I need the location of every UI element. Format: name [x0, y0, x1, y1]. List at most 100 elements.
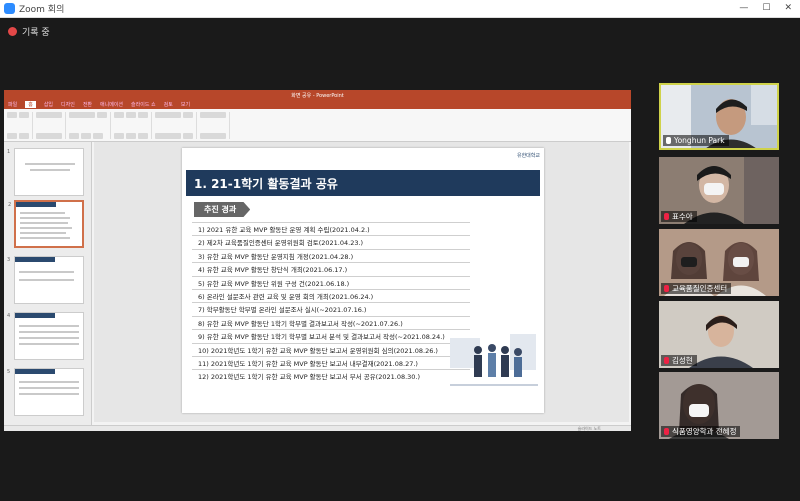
- list-item: 4) 유한 교육 MVP 활동단 창단식 개최(2021.06.17.): [192, 262, 470, 275]
- slide-thumbnail[interactable]: 1: [7, 148, 84, 196]
- maximize-icon[interactable]: ☐: [762, 3, 770, 13]
- list-item-text: 12) 2021학년도 1학기 유한 교육 MVP 활동단 보고서 부서 공유(…: [198, 373, 421, 382]
- arrange-icon[interactable]: [183, 112, 193, 118]
- participant-name-tag: 김성현: [661, 355, 697, 366]
- zoom-logo-icon: [4, 3, 15, 14]
- participant-video[interactable]: 표수아: [659, 157, 779, 224]
- ribbon-group-clipboard: [7, 112, 33, 139]
- notes-button[interactable]: 슬라이드 노트: [578, 426, 601, 431]
- participant-name-tag: Yonghun Park: [663, 135, 729, 146]
- ppt-tab[interactable]: 보기: [181, 101, 190, 108]
- ribbon-group-drawing: [155, 112, 197, 139]
- ppt-tab[interactable]: 애니메이션: [100, 101, 123, 108]
- ppt-tab[interactable]: 슬라이드 쇼: [131, 101, 156, 108]
- new-slide-button[interactable]: [36, 112, 62, 118]
- list-item-text: 5) 유한 교육 MVP 활동단 위원 구성 건(2021.06.18.): [198, 279, 350, 288]
- font-size-select[interactable]: [97, 112, 107, 118]
- list-item: 2) 제2차 교육품질인증센터 운영위원회 검토(2021.04.23.): [192, 235, 470, 248]
- ribbon-group-paragraph: [114, 112, 152, 139]
- list-item-text: 4) 유한 교육 MVP 활동단 창단식 개최(2021.06.17.): [198, 266, 348, 275]
- participant-name-tag: 교육품질인증센터: [661, 283, 732, 294]
- align-right-icon[interactable]: [138, 133, 148, 139]
- quick-styles[interactable]: [155, 133, 181, 139]
- list-item-text: 10) 2021학년도 1학기 유한 교육 MVP 활동단 보고서 운영위원회 …: [198, 346, 438, 355]
- recording-label: 기록 중: [22, 27, 50, 38]
- university-logo: 유한대학교: [516, 153, 540, 159]
- list-item: 11) 2021학년도 1학기 유한 교육 MVP 활동단 보고서 내부결재(2…: [192, 356, 470, 369]
- ppt-title: 화면 공유 - PowerPoint: [291, 92, 344, 99]
- bold-icon[interactable]: [69, 133, 79, 139]
- ribbon-group-slides: [36, 112, 66, 139]
- section-label-tab: 추진 경과: [194, 202, 251, 217]
- ppt-tab[interactable]: 홈: [25, 101, 36, 108]
- ppt-tab[interactable]: 전환: [83, 101, 92, 108]
- participant-video[interactable]: Yonghun Park: [659, 83, 779, 150]
- list-item: 10) 2021학년도 1학기 유한 교육 MVP 활동단 보고서 운영위원회 …: [192, 342, 470, 356]
- window-title: Zoom 회의: [19, 5, 65, 15]
- ppt-statusbar: 슬라이드 노트: [4, 425, 631, 431]
- list-item-text: 2) 제2차 교육품질인증센터 운영위원회 검토(2021.04.23.): [198, 239, 364, 248]
- ppt-tab[interactable]: 파일: [8, 101, 17, 108]
- font-family-select[interactable]: [69, 112, 95, 118]
- slide-title-bar: 1. 21-1학기 활동결과 공유: [186, 170, 540, 196]
- ribbon-group-editing: [200, 112, 230, 139]
- microphone-muted-icon: [664, 213, 669, 220]
- bullets-icon[interactable]: [114, 112, 124, 118]
- shared-screen[interactable]: 화면 공유 - PowerPoint 파일 홈 삽입 디자인 전환 애니메이션 슬라이드 쇼…: [4, 90, 631, 431]
- replace-button[interactable]: [200, 133, 226, 139]
- align-center-icon[interactable]: [126, 133, 136, 139]
- participant-name: 식품영양학과 전혜정: [672, 427, 737, 436]
- copy-icon[interactable]: [7, 133, 17, 139]
- list-item-text: 9) 유한 교육 MVP 활동단 1학기 학부별 보고서 분석 및 결과보고서 …: [198, 333, 445, 342]
- list-item-text: 8) 유한 교육 MVP 활동단 1학기 학부별 결과보고서 작성(~2021.…: [198, 319, 403, 328]
- format-painter-icon[interactable]: [19, 133, 29, 139]
- numbering-icon[interactable]: [126, 112, 136, 118]
- participant-name: 교육품질인증센터: [672, 284, 728, 293]
- list-item-text: 11) 2021학년도 1학기 유한 교육 MVP 활동단 보고서 내부결재(2…: [198, 360, 418, 368]
- microphone-muted-icon: [664, 428, 669, 435]
- slide-thumbnail[interactable]: 3: [7, 256, 84, 304]
- window-titlebar: Zoom 회의 — ☐ ✕: [0, 0, 800, 18]
- participant-video[interactable]: 김성현: [659, 301, 779, 368]
- ppt-tab[interactable]: 디자인: [61, 101, 75, 108]
- list-item: 7) 학부활동단 학부별 온라인 설문조사 실시(~2021.07.16.): [192, 302, 470, 315]
- recording-icon: [8, 26, 17, 36]
- section-label: 추진 경과: [204, 205, 237, 214]
- participant-video[interactable]: 교육품질인증센터: [659, 229, 779, 296]
- cut-icon[interactable]: [19, 112, 29, 118]
- ppt-titlebar: 화면 공유 - PowerPoint: [4, 90, 631, 100]
- slide-thumbnail[interactable]: 4: [7, 312, 84, 360]
- paste-icon[interactable]: [7, 112, 17, 118]
- close-icon[interactable]: ✕: [784, 3, 792, 13]
- participant-name: Yonghun Park: [674, 136, 725, 145]
- slide-editor[interactable]: 유한대학교 1. 21-1학기 활동결과 공유 추진 경과 1) 2021 유한…: [94, 142, 629, 422]
- find-button[interactable]: [200, 112, 226, 118]
- list-item: 9) 유한 교육 MVP 활동단 1학기 학부별 보고서 분석 및 결과보고서 …: [192, 329, 470, 342]
- ppt-tab[interactable]: 삽입: [44, 101, 53, 108]
- progress-list: 1) 2021 유한 교육 MVP 활동단 운영 계획 수립(2021.04.2…: [192, 222, 470, 392]
- list-item-text: 1) 2021 유한 교육 MVP 활동단 운영 계획 수립(2021.04.2…: [198, 226, 370, 234]
- list-item-text: 7) 학부활동단 학부별 온라인 설문조사 실시(~2021.07.16.): [198, 306, 367, 315]
- slide-thumbnail-pane: 1 2 3 4 5: [4, 142, 92, 425]
- current-slide[interactable]: 유한대학교 1. 21-1학기 활동결과 공유 추진 경과 1) 2021 유한…: [182, 148, 544, 413]
- list-item: 6) 온라인 설문조사 관련 교육 및 운영 회의 개최(2021.06.24.…: [192, 289, 470, 302]
- indent-icon[interactable]: [138, 112, 148, 118]
- slide-thumbnail[interactable]: 5: [7, 368, 84, 416]
- ppt-ribbon-tabs: 파일 홈 삽입 디자인 전환 애니메이션 슬라이드 쇼 검토 보기: [4, 100, 631, 109]
- shape-fill-icon[interactable]: [183, 133, 193, 139]
- participant-video[interactable]: 식품영양학과 전혜정: [659, 372, 779, 439]
- shapes-gallery[interactable]: [155, 112, 181, 118]
- list-item: 1) 2021 유한 교육 MVP 활동단 운영 계획 수립(2021.04.2…: [192, 222, 470, 235]
- list-item-text: 6) 온라인 설문조사 관련 교육 및 운영 회의 개최(2021.06.24.…: [198, 293, 374, 301]
- recording-bar: 기록 중: [0, 18, 800, 44]
- underline-icon[interactable]: [93, 133, 103, 139]
- ppt-tab[interactable]: 검토: [164, 101, 173, 108]
- align-left-icon[interactable]: [114, 133, 124, 139]
- microphone-muted-icon: [664, 357, 669, 364]
- italic-icon[interactable]: [81, 133, 91, 139]
- list-item: 3) 유한 교육 MVP 활동단 운영지침 개정(2021.04.28.): [192, 248, 470, 262]
- minimize-icon[interactable]: —: [739, 3, 748, 13]
- ppt-ribbon: [4, 109, 631, 142]
- slide-thumbnail-selected[interactable]: 2: [8, 200, 84, 248]
- layout-button[interactable]: [36, 133, 62, 139]
